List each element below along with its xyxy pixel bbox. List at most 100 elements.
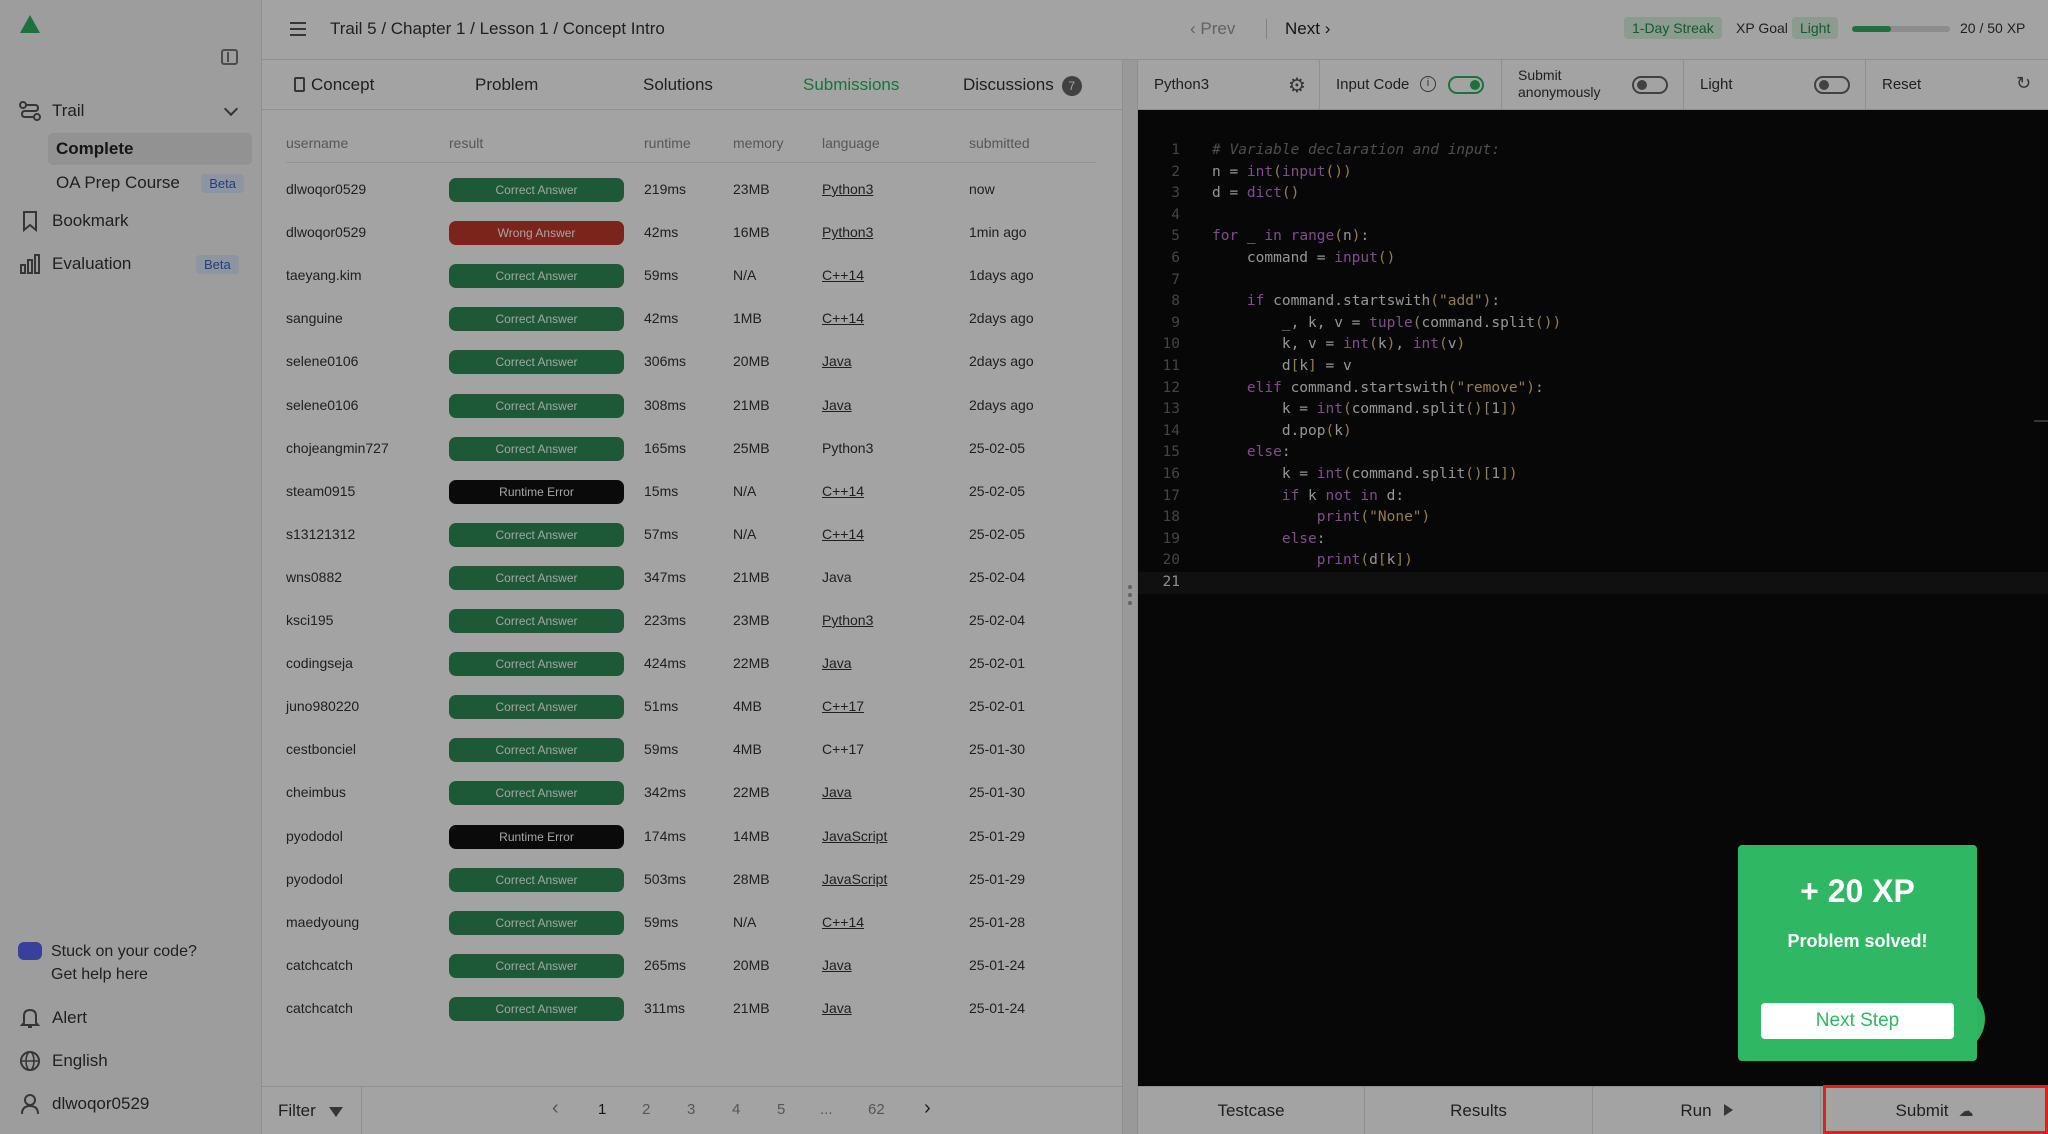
table-row[interactable]: steam0915 Runtime Error 15ms N/A C++14 25-02-… — [262, 471, 1122, 514]
result-badge[interactable]: Correct Answer — [449, 781, 624, 806]
code-line[interactable]: 21 — [1138, 572, 2048, 594]
page-next-button[interactable]: › — [924, 1097, 931, 1120]
table-row[interactable]: catchcatch Correct Answer 265ms 20MB Java 25-… — [262, 945, 1122, 988]
language-link[interactable]: C++14 — [822, 483, 864, 499]
code-line[interactable]: 17 if k not in d: — [1138, 486, 2048, 508]
sidebar-item-alert[interactable]: Alert — [18, 1001, 87, 1035]
language-link[interactable]: C++14 — [822, 310, 864, 326]
tab-discussions[interactable]: Discussions 7 — [963, 75, 1082, 96]
language-link[interactable]: Java — [822, 397, 852, 413]
language-link[interactable]: C++17 — [822, 698, 864, 714]
filter-button[interactable]: Filter — [262, 1087, 362, 1134]
code-line[interactable]: 19 else: — [1138, 529, 2048, 551]
code-line[interactable]: 18 print("None") — [1138, 507, 2048, 529]
info-icon[interactable]: i — [1420, 76, 1436, 92]
table-row[interactable]: juno980220 Correct Answer 51ms 4MB C++17 25-0… — [262, 686, 1122, 729]
result-badge[interactable]: Correct Answer — [449, 738, 624, 763]
result-badge[interactable]: Correct Answer — [449, 695, 624, 720]
code-line[interactable]: 8 if command.startswith("add"): — [1138, 291, 2048, 313]
menu-icon[interactable] — [290, 22, 306, 36]
result-badge[interactable]: Correct Answer — [449, 910, 624, 935]
language-link[interactable]: Python3 — [822, 224, 873, 240]
chevron-down-icon[interactable] — [223, 101, 239, 117]
input-code-toggle[interactable] — [1448, 76, 1484, 94]
collapse-sidebar-icon[interactable] — [221, 49, 238, 65]
table-row[interactable]: chojeangmin727 Correct Answer 165ms 25MB Pyt… — [262, 428, 1122, 471]
language-link[interactable]: Java — [822, 784, 852, 800]
code-line[interactable]: 14 d.pop(k) — [1138, 421, 2048, 443]
code-line[interactable]: 13 k = int(command.split()[1]) — [1138, 399, 2048, 421]
result-badge[interactable]: Runtime Error — [449, 479, 624, 504]
breadcrumb[interactable]: Trail 5 / Chapter 1 / Lesson 1 / Concept… — [330, 19, 665, 39]
result-badge[interactable]: Correct Answer — [449, 522, 624, 547]
result-badge[interactable]: Correct Answer — [449, 652, 624, 677]
page-number[interactable]: 1 — [598, 1101, 606, 1118]
next-step-button[interactable]: Next Step — [1761, 1003, 1954, 1039]
language-link[interactable]: C++14 — [822, 267, 864, 283]
language-link[interactable]: Python3 — [822, 181, 873, 197]
code-line[interactable]: 5 for _ in range(n): — [1138, 226, 2048, 248]
table-row[interactable]: dlwoqor0529 Wrong Answer 42ms 16MB Python3 1m… — [262, 212, 1122, 255]
page-number[interactable]: 2 — [642, 1101, 650, 1118]
table-row[interactable]: maedyoung Correct Answer 59ms N/A C++14 25-01… — [262, 902, 1122, 945]
code-line[interactable]: 9 _, k, v = tuple(command.split()) — [1138, 313, 2048, 335]
xp-mode-badge[interactable]: Light — [1792, 17, 1839, 39]
table-row[interactable]: sanguine Correct Answer 42ms 1MB C++14 2days … — [262, 298, 1122, 341]
page-number[interactable]: 5 — [777, 1101, 785, 1118]
language-select[interactable]: Python3 ⚙ — [1138, 60, 1320, 110]
code-line[interactable]: 12 elif command.startswith("remove"): — [1138, 378, 2048, 400]
sidebar-item-oa-prep[interactable]: OA Prep Course Beta — [48, 167, 252, 199]
result-badge[interactable]: Correct Answer — [449, 393, 624, 418]
page-number[interactable]: 3 — [687, 1101, 695, 1118]
result-badge[interactable]: Wrong Answer — [449, 221, 624, 246]
code-line[interactable]: 2 n = int(input()) — [1138, 162, 2048, 184]
panel-resize-handle[interactable] — [1122, 60, 1138, 1134]
table-row[interactable]: pyododol Correct Answer 503ms 28MB JavaScrip… — [262, 859, 1122, 902]
page-number[interactable]: 62 — [868, 1101, 885, 1118]
code-line[interactable]: 3 d = dict() — [1138, 183, 2048, 205]
table-row[interactable]: ksci195 Correct Answer 223ms 23MB Python3 25-… — [262, 600, 1122, 643]
page-prev-button[interactable]: ‹ — [552, 1097, 559, 1120]
language-link[interactable]: C++14 — [822, 526, 864, 542]
table-row[interactable]: cheimbus Correct Answer 342ms 22MB Java 25-01… — [262, 772, 1122, 815]
sidebar-item-evaluation[interactable]: Evaluation Beta — [18, 247, 258, 281]
logo-icon[interactable] — [20, 15, 40, 33]
sidebar-item-trail[interactable]: Trail — [18, 94, 84, 128]
page-number[interactable]: 4 — [732, 1101, 740, 1118]
run-button[interactable]: Run — [1593, 1087, 1821, 1134]
result-badge[interactable]: Correct Answer — [449, 350, 624, 375]
result-badge[interactable]: Correct Answer — [449, 264, 624, 289]
code-line[interactable]: 1 # Variable declaration and input: — [1138, 140, 2048, 162]
code-line[interactable]: 11 d[k] = v — [1138, 356, 2048, 378]
sidebar-item-user[interactable]: dlwoqor0529 — [18, 1087, 149, 1121]
tab-concept[interactable]: Concept — [294, 75, 374, 95]
language-link[interactable]: Java — [822, 655, 852, 671]
testcase-button[interactable]: Testcase — [1138, 1087, 1365, 1134]
table-row[interactable]: dlwoqor0529 Correct Answer 219ms 23MB Python… — [262, 169, 1122, 212]
table-row[interactable]: selene0106 Correct Answer 306ms 20MB Java 2da… — [262, 341, 1122, 384]
table-row[interactable]: cestbonciel Correct Answer 59ms 4MB C++17 25-… — [262, 729, 1122, 772]
reset-button[interactable]: Reset ↻ — [1866, 60, 2048, 110]
sidebar-item-bookmark[interactable]: Bookmark — [18, 204, 129, 238]
theme-toggle[interactable] — [1814, 76, 1850, 94]
code-line[interactable]: 20 print(d[k]) — [1138, 550, 2048, 572]
next-button[interactable]: Next › — [1285, 19, 1330, 39]
results-button[interactable]: Results — [1365, 1087, 1593, 1134]
language-link[interactable]: Java — [822, 1000, 852, 1016]
code-line[interactable]: 4 — [1138, 205, 2048, 227]
gear-icon[interactable]: ⚙ — [1288, 73, 1306, 98]
code-line[interactable]: 15 else: — [1138, 442, 2048, 464]
table-row[interactable]: s13121312 Correct Answer 57ms N/A C++14 25-02… — [262, 514, 1122, 557]
result-badge[interactable]: Runtime Error — [449, 824, 624, 849]
result-badge[interactable]: Correct Answer — [449, 953, 624, 978]
tab-problem[interactable]: Problem — [475, 75, 538, 95]
code-line[interactable]: 6 command = input() — [1138, 248, 2048, 270]
table-row[interactable]: codingseja Correct Answer 424ms 22MB Java 25-… — [262, 643, 1122, 686]
result-badge[interactable]: Correct Answer — [449, 178, 624, 202]
language-link[interactable]: Java — [822, 957, 852, 973]
tab-submissions[interactable]: Submissions — [803, 75, 899, 95]
code-line[interactable]: 10 k, v = int(k), int(v) — [1138, 334, 2048, 356]
submit-anonymously-toggle[interactable] — [1632, 76, 1668, 94]
tab-solutions[interactable]: Solutions — [643, 75, 713, 95]
table-row[interactable]: taeyang.kim Correct Answer 59ms N/A C++14 1da… — [262, 255, 1122, 298]
